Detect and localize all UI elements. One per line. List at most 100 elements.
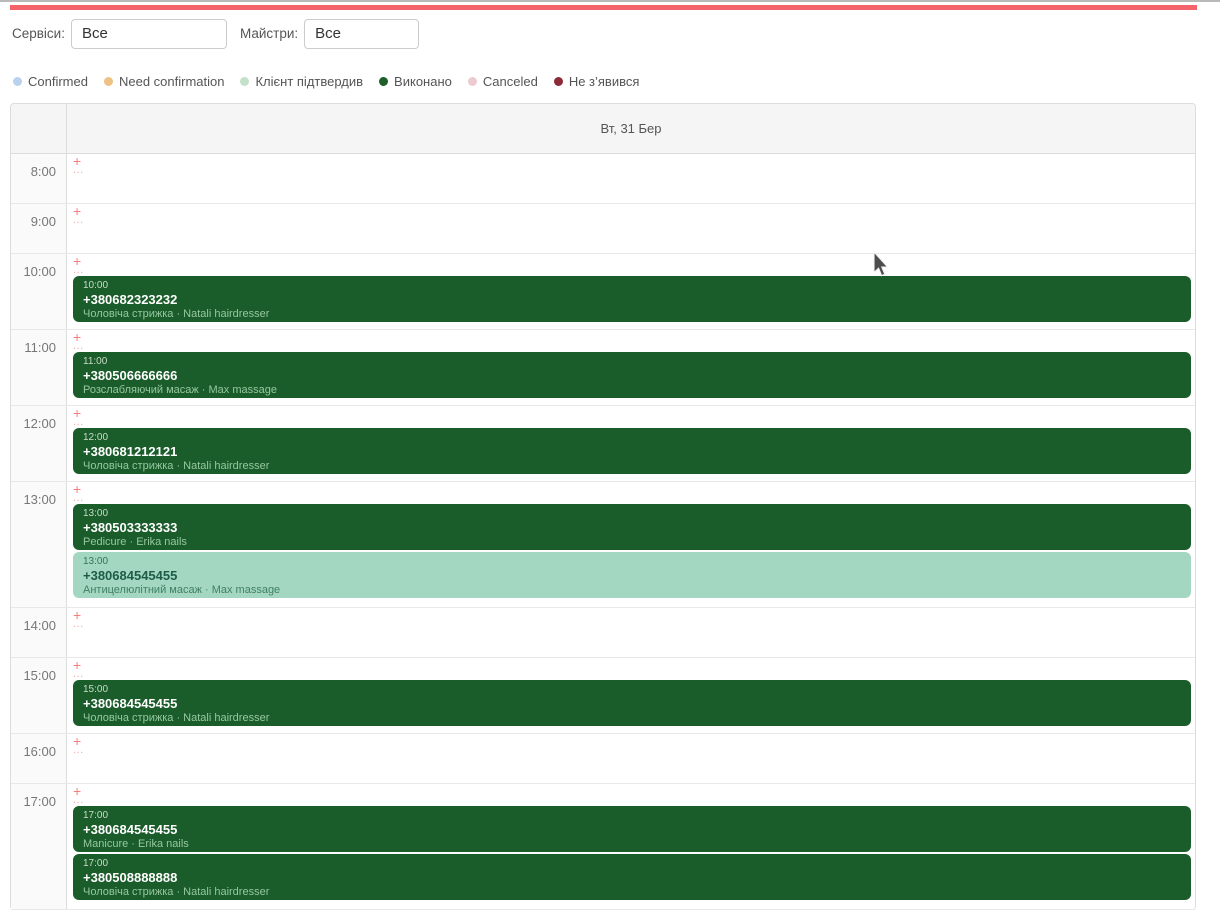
appointment-phone: +380684545455	[83, 568, 1181, 584]
day-slot-cell[interactable]: + ...	[67, 154, 1195, 203]
legend-item: Не з’явився	[554, 74, 640, 89]
appointment-service: Pedicure · Erika nails	[83, 536, 1181, 549]
status-dot-icon-done	[379, 77, 388, 86]
masters-filter-label: Майстри:	[240, 26, 298, 41]
legend-label: Confirmed	[28, 74, 88, 89]
status-dot-icon-need-confirmation	[104, 77, 113, 86]
time-label: 16:00	[11, 734, 67, 783]
time-label: 9:00	[11, 204, 67, 253]
slot-actions: + ...	[73, 255, 84, 273]
appointment-card[interactable]: 10:00 +380682323232 Чоловіча стрижка · N…	[73, 276, 1191, 322]
calendar-header-row: Вт, 31 Бер	[11, 104, 1195, 154]
calendar-row: 14:00 + ...	[11, 608, 1195, 658]
more-options-icon[interactable]: ...	[73, 748, 84, 753]
appointment-time: 13:00	[83, 555, 1181, 568]
appointment-service: Чоловіча стрижка · Natali hairdresser	[83, 460, 1181, 473]
appointment-list: 12:00 +380681212121 Чоловіча стрижка · N…	[73, 428, 1191, 474]
appointment-phone: +380681212121	[83, 444, 1181, 460]
more-options-icon[interactable]: ...	[73, 268, 84, 273]
appointment-time: 15:00	[83, 683, 1181, 696]
day-slot-cell[interactable]: + ... 10:00 +380682323232 Чоловіча стриж…	[67, 254, 1195, 329]
more-options-icon[interactable]: ...	[73, 344, 84, 349]
calendar-row: 11:00 + ... 11:00 +380506666666 Розслабл…	[11, 330, 1195, 406]
status-dot-icon-canceled	[468, 77, 477, 86]
appointment-phone: +380506666666	[83, 368, 1181, 384]
calendar-row: 9:00 + ...	[11, 204, 1195, 254]
appointment-service: Manicure · Erika nails	[83, 838, 1181, 851]
appointment-list: 15:00 +380684545455 Чоловіча стрижка · N…	[73, 680, 1191, 726]
appointment-phone: +380684545455	[83, 696, 1181, 712]
appointment-card[interactable]: 12:00 +380681212121 Чоловіча стрижка · N…	[73, 428, 1191, 474]
top-divider	[0, 0, 1220, 2]
legend-item: Клієнт підтвердив	[240, 74, 363, 89]
calendar-row: 15:00 + ... 15:00 +380684545455 Чоловіча…	[11, 658, 1195, 734]
more-options-icon[interactable]: ...	[73, 798, 84, 803]
day-slot-cell[interactable]: + ... 11:00 +380506666666 Розслабляючий …	[67, 330, 1195, 405]
day-slot-cell[interactable]: + ... 12:00 +380681212121 Чоловіча стриж…	[67, 406, 1195, 481]
slot-actions: + ...	[73, 205, 84, 223]
time-label: 13:00	[11, 482, 67, 607]
appointment-list: 13:00 +380503333333 Pedicure · Erika nai…	[73, 504, 1191, 598]
calendar-row: 8:00 + ...	[11, 154, 1195, 204]
appointment-card[interactable]: 11:00 +380506666666 Розслабляючий масаж …	[73, 352, 1191, 398]
more-options-icon[interactable]: ...	[73, 672, 84, 677]
appointment-card[interactable]: 17:00 +380684545455 Manicure · Erika nai…	[73, 806, 1191, 852]
appointment-card[interactable]: 13:00 +380503333333 Pedicure · Erika nai…	[73, 504, 1191, 550]
appointment-service: Антицелюлітний масаж · Max massage	[83, 584, 1181, 597]
more-options-icon[interactable]: ...	[73, 168, 84, 173]
masters-filter-input[interactable]	[304, 19, 419, 49]
appointment-card[interactable]: 13:00 +380684545455 Антицелюлітний масаж…	[73, 552, 1191, 598]
more-options-icon[interactable]: ...	[73, 496, 84, 501]
appointment-service: Розслабляючий масаж · Max massage	[83, 384, 1181, 397]
status-dot-icon-confirmed	[13, 77, 22, 86]
appointment-card[interactable]: 15:00 +380684545455 Чоловіча стрижка · N…	[73, 680, 1191, 726]
calendar-row: 16:00 + ...	[11, 734, 1195, 784]
appointment-phone: +380508888888	[83, 870, 1181, 886]
legend-item: Confirmed	[13, 74, 88, 89]
slot-actions: + ...	[73, 785, 84, 803]
time-label: 12:00	[11, 406, 67, 481]
legend-label: Виконано	[394, 74, 452, 89]
appointment-phone: +380503333333	[83, 520, 1181, 536]
slot-actions: + ...	[73, 155, 84, 173]
slot-actions: + ...	[73, 483, 84, 501]
legend-item: Виконано	[379, 74, 452, 89]
appointment-time: 10:00	[83, 279, 1181, 292]
appointment-time: 17:00	[83, 857, 1181, 870]
time-label: 8:00	[11, 154, 67, 203]
day-slot-cell[interactable]: + ... 15:00 +380684545455 Чоловіча стриж…	[67, 658, 1195, 733]
time-label: 15:00	[11, 658, 67, 733]
day-slot-cell[interactable]: + ... 17:00 +380684545455 Manicure · Eri…	[67, 784, 1195, 909]
day-slot-cell[interactable]: + ... 13:00 +380503333333 Pedicure · Eri…	[67, 482, 1195, 607]
calendar-table: Вт, 31 Бер 8:00 + ... 9:00 + ... 10:00 +…	[10, 103, 1196, 910]
day-slot-cell[interactable]: + ...	[67, 204, 1195, 253]
progress-bar	[10, 5, 1197, 10]
appointment-card[interactable]: 17:00 +380508888888 Чоловіча стрижка · N…	[73, 854, 1191, 900]
more-options-icon[interactable]: ...	[73, 622, 84, 627]
day-slot-cell[interactable]: + ...	[67, 734, 1195, 783]
time-label: 14:00	[11, 608, 67, 657]
appointment-service: Чоловіча стрижка · Natali hairdresser	[83, 886, 1181, 899]
filters-bar: Сервіси: Майстри:	[12, 18, 419, 49]
appointment-phone: +380682323232	[83, 292, 1181, 308]
status-dot-icon-client-confirmed	[240, 77, 249, 86]
calendar-corner-cell	[11, 104, 67, 153]
legend-item: Need confirmation	[104, 74, 225, 89]
time-label: 17:00	[11, 784, 67, 909]
more-options-icon[interactable]: ...	[73, 218, 84, 223]
appointment-list: 11:00 +380506666666 Розслабляючий масаж …	[73, 352, 1191, 398]
day-column-header: Вт, 31 Бер	[67, 104, 1195, 153]
services-filter-input[interactable]	[71, 19, 227, 49]
status-legend: Confirmed Need confirmation Клієнт підтв…	[13, 74, 655, 89]
status-dot-icon-no-show	[554, 77, 563, 86]
time-label: 11:00	[11, 330, 67, 405]
legend-label: Canceled	[483, 74, 538, 89]
appointment-time: 13:00	[83, 507, 1181, 520]
calendar-row: 10:00 + ... 10:00 +380682323232 Чоловіча…	[11, 254, 1195, 330]
day-slot-cell[interactable]: + ...	[67, 608, 1195, 657]
appointment-time: 17:00	[83, 809, 1181, 822]
more-options-icon[interactable]: ...	[73, 420, 84, 425]
time-label: 10:00	[11, 254, 67, 329]
appointment-time: 11:00	[83, 355, 1181, 368]
appointment-list: 17:00 +380684545455 Manicure · Erika nai…	[73, 806, 1191, 900]
